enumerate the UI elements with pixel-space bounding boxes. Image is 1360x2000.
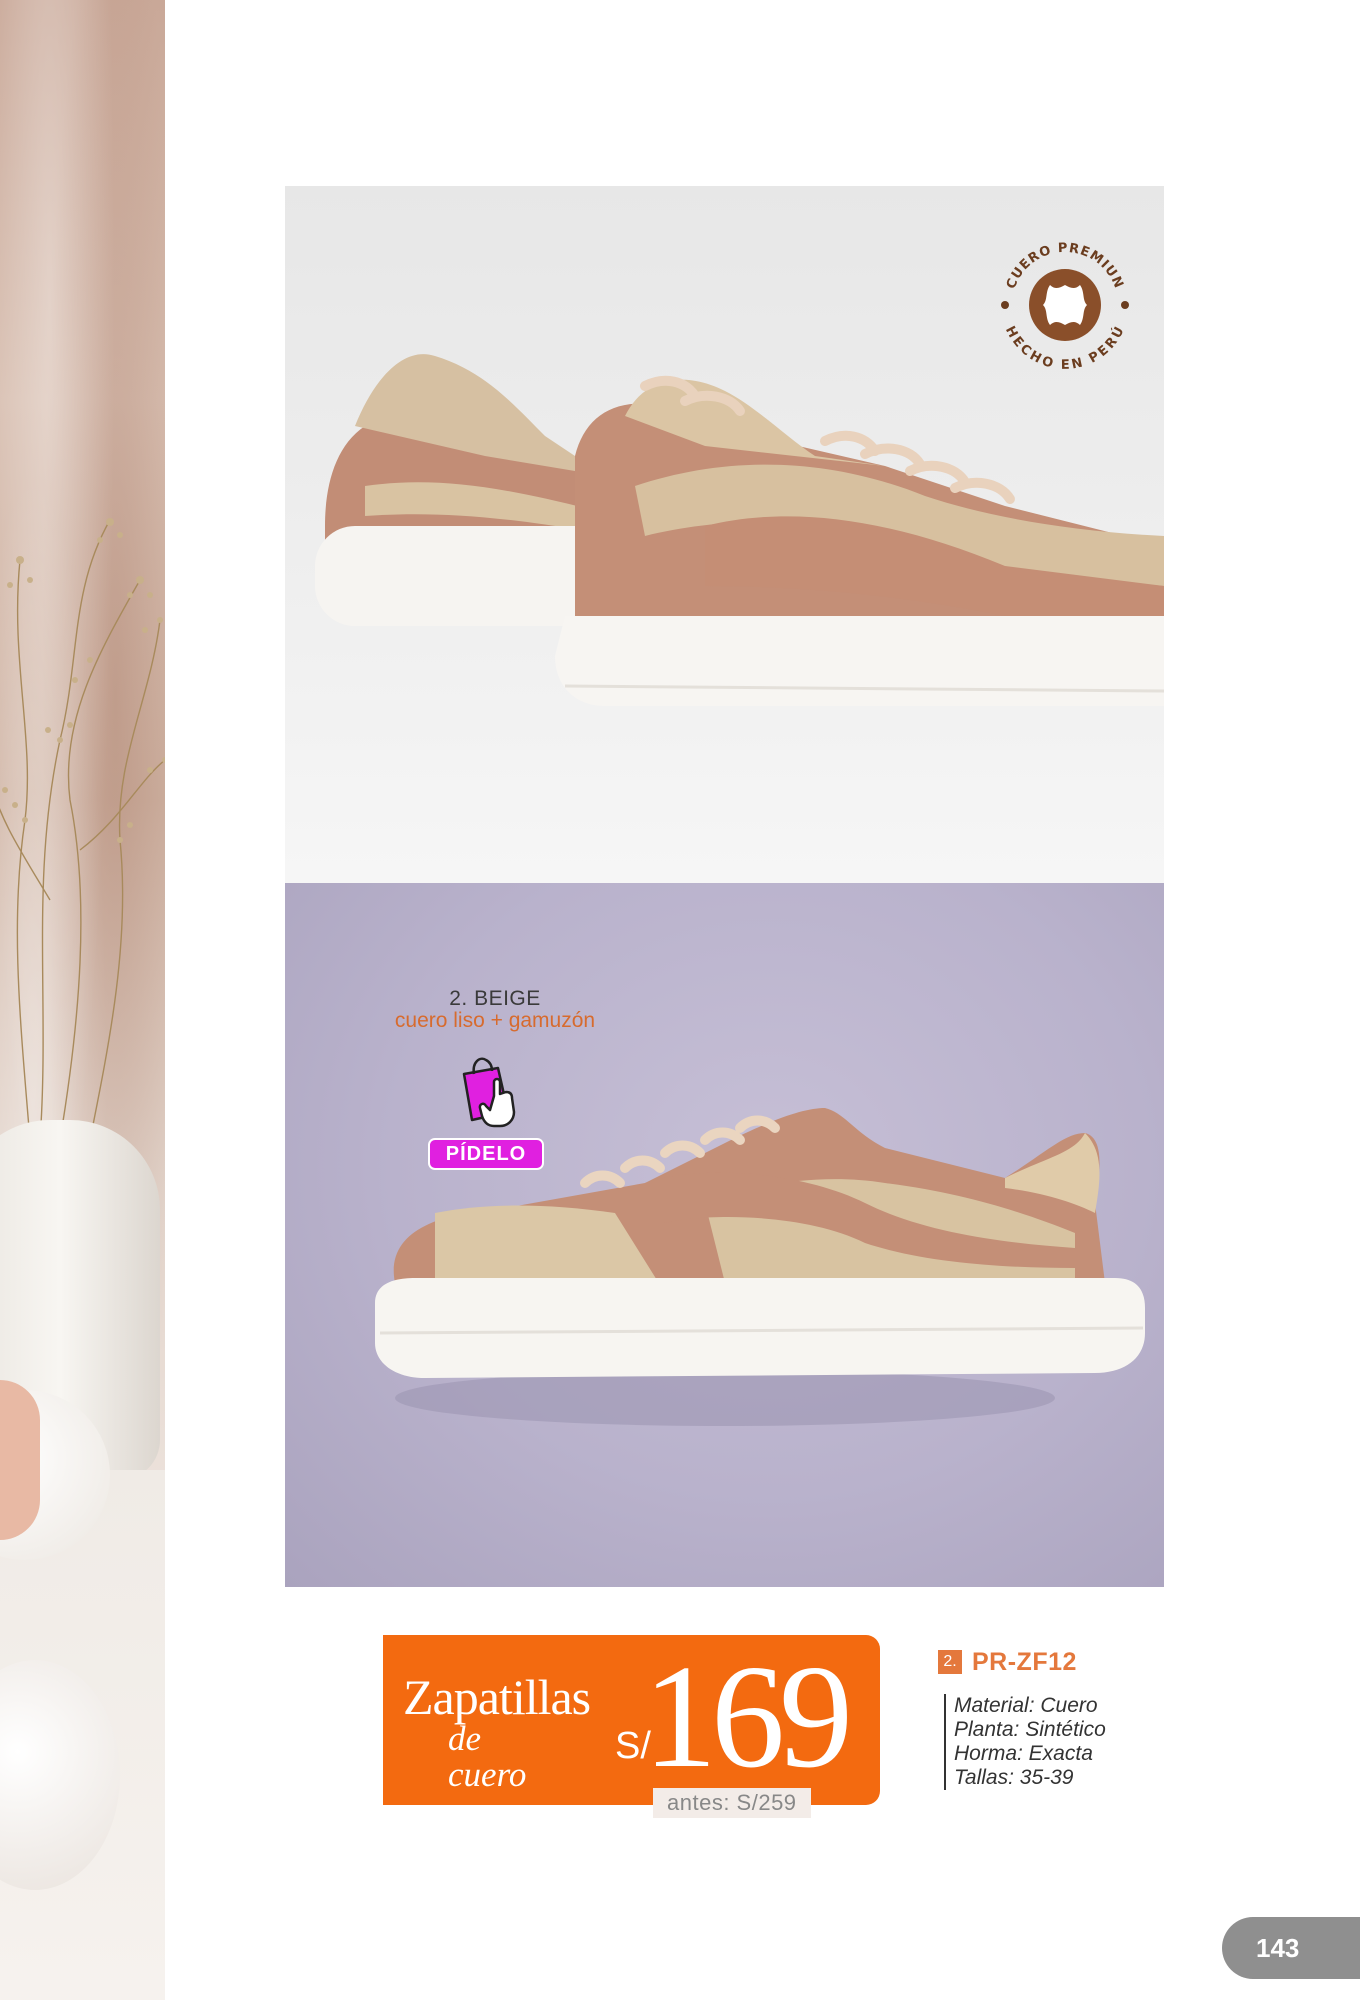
price-box: Zapatillas de cuero S/ 169 antes: S/259 (383, 1635, 880, 1818)
page-number: 143 (1222, 1917, 1360, 1979)
product-code: 2. PR-ZF12 (938, 1648, 1077, 1676)
product-title-line1: Zapatillas (403, 1669, 591, 1725)
product-title-line2: de cuero (448, 1719, 527, 1794)
previous-price: antes: S/259 (653, 1788, 811, 1818)
spec-sizes: Tallas: 35-39 (954, 1766, 1074, 1789)
dried-flowers-image (0, 518, 165, 1140)
hand-image (0, 1380, 40, 1540)
product-title: Zapatillas de cuero (403, 1669, 591, 1794)
price-value: 169 (643, 1635, 853, 1799)
shopping-bag-hand-icon (462, 1057, 516, 1128)
decorative-side-photo (0, 0, 165, 2000)
product-specs: Material: Cuero Planta: Sintético Horma:… (944, 1694, 1214, 1790)
product-number: 2. (938, 1650, 962, 1674)
leather-hide-icon (1043, 285, 1087, 325)
variant-label: 2. BEIGE cuero liso + gamuzón (340, 988, 650, 1032)
spec-sole: Planta: Sintético (954, 1718, 1106, 1741)
order-button-label[interactable]: PÍDELO (428, 1138, 544, 1170)
spec-fit: Horma: Exacta (954, 1742, 1093, 1765)
premium-leather-badge: CUERO PREMIUN HECHO EN PERÚ (1001, 241, 1129, 373)
product-photo-closeup: CUERO PREMIUN HECHO EN PERÚ (285, 186, 1164, 883)
variant-material: cuero liso + gamuzón (394, 1009, 596, 1032)
spec-material: Material: Cuero (954, 1694, 1098, 1717)
variant-name: 2. BEIGE (449, 987, 541, 1010)
order-button[interactable]: PÍDELO (428, 1052, 544, 1170)
product-code-text: PR-ZF12 (972, 1647, 1077, 1676)
